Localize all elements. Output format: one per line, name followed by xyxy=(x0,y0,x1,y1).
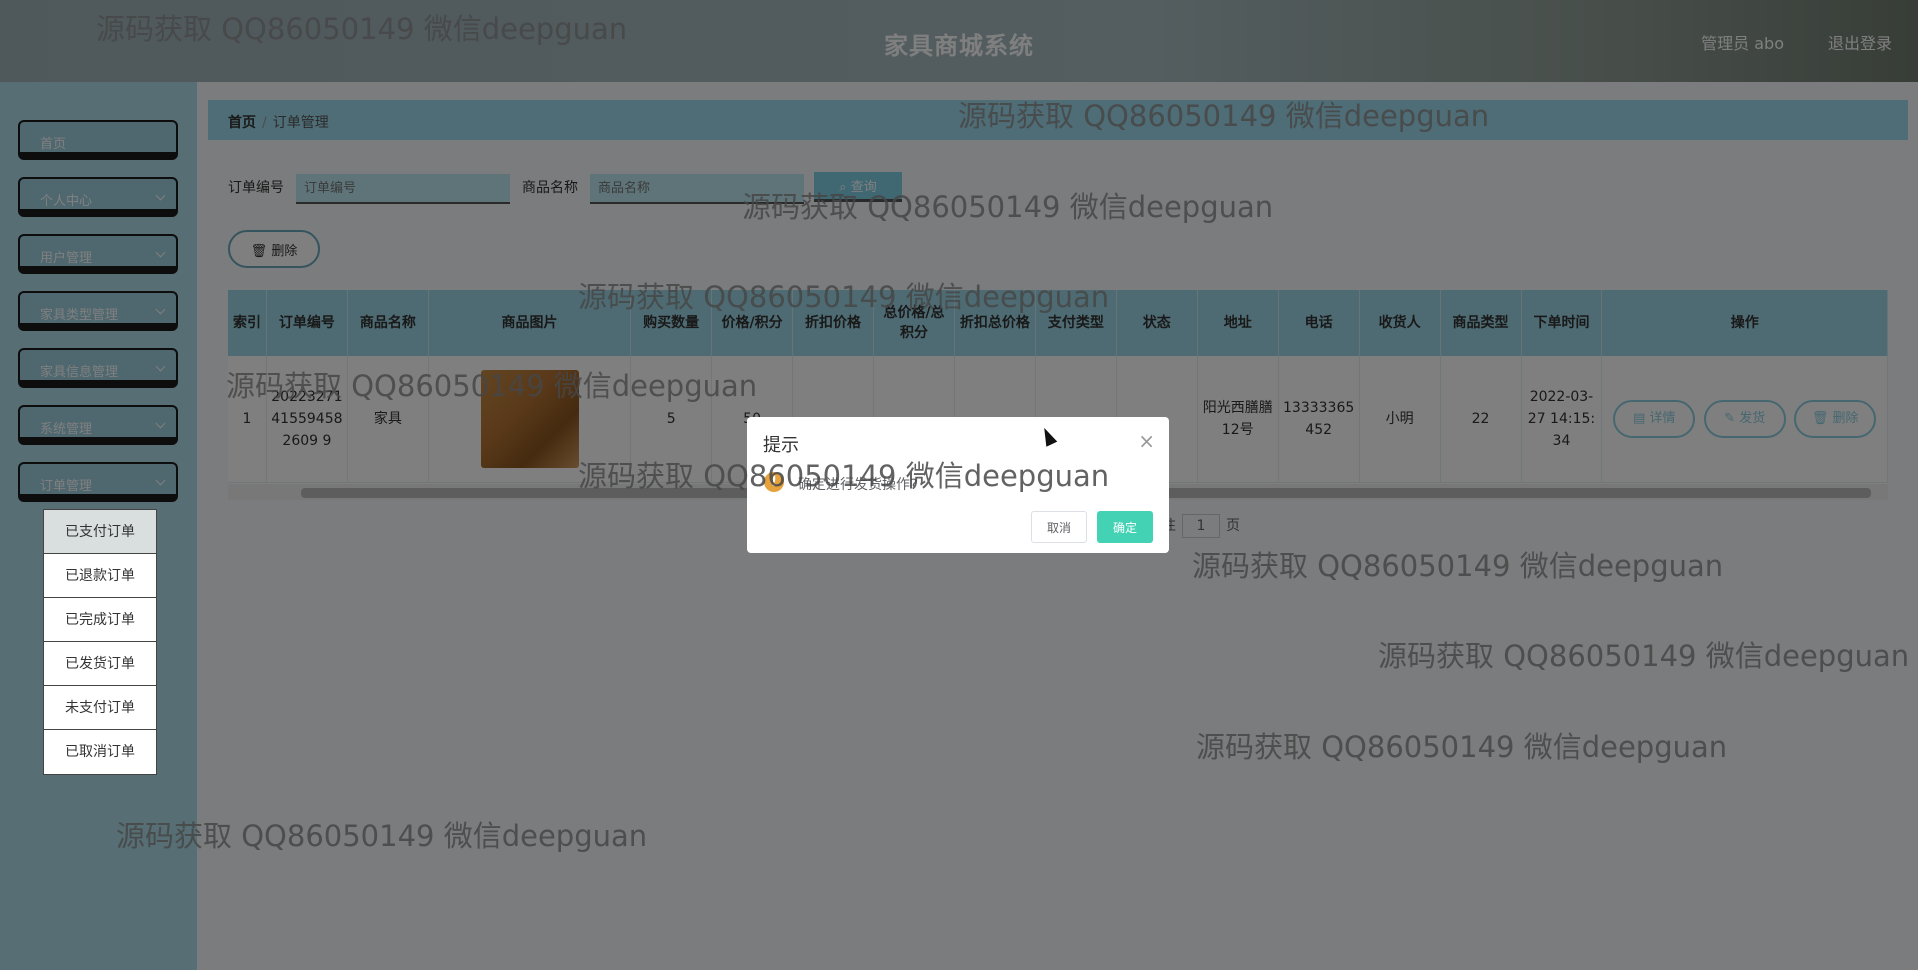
watermark: 源码获取 QQ86050149 微信deepguan xyxy=(1378,639,1910,673)
watermark: 源码获取 QQ86050149 微信deepguan xyxy=(578,280,1110,314)
watermark: 源码获取 QQ86050149 微信deepguan xyxy=(116,819,648,853)
submenu-item-unpaid[interactable]: 未支付订单 xyxy=(44,686,156,730)
confirm-button[interactable]: 确定 xyxy=(1097,511,1153,543)
submenu-item-paid[interactable]: 已支付订单 xyxy=(44,510,156,554)
cancel-button[interactable]: 取消 xyxy=(1031,511,1087,543)
close-icon[interactable]: × xyxy=(1138,429,1155,453)
watermark: 源码获取 QQ86050149 微信deepguan xyxy=(1192,549,1724,583)
submenu-item-refunded[interactable]: 已退款订单 xyxy=(44,554,156,598)
watermark: 源码获取 QQ86050149 微信deepguan xyxy=(958,99,1490,133)
submenu-item-shipped[interactable]: 已发货订单 xyxy=(44,642,156,686)
orders-submenu: 已支付订单 已退款订单 已完成订单 已发货订单 未支付订单 已取消订单 xyxy=(43,509,157,775)
watermark: 源码获取 QQ86050149 微信deepguan xyxy=(742,190,1274,224)
submenu-item-cancelled[interactable]: 已取消订单 xyxy=(44,730,156,774)
watermark: 源码获取 QQ86050149 微信deepguan xyxy=(578,459,1110,493)
watermark: 源码获取 QQ86050149 微信deepguan xyxy=(1196,730,1728,764)
watermark: 源码获取 QQ86050149 微信deepguan xyxy=(226,369,758,403)
submenu-item-completed[interactable]: 已完成订单 xyxy=(44,598,156,642)
watermark: 源码获取 QQ86050149 微信deepguan xyxy=(96,12,628,46)
